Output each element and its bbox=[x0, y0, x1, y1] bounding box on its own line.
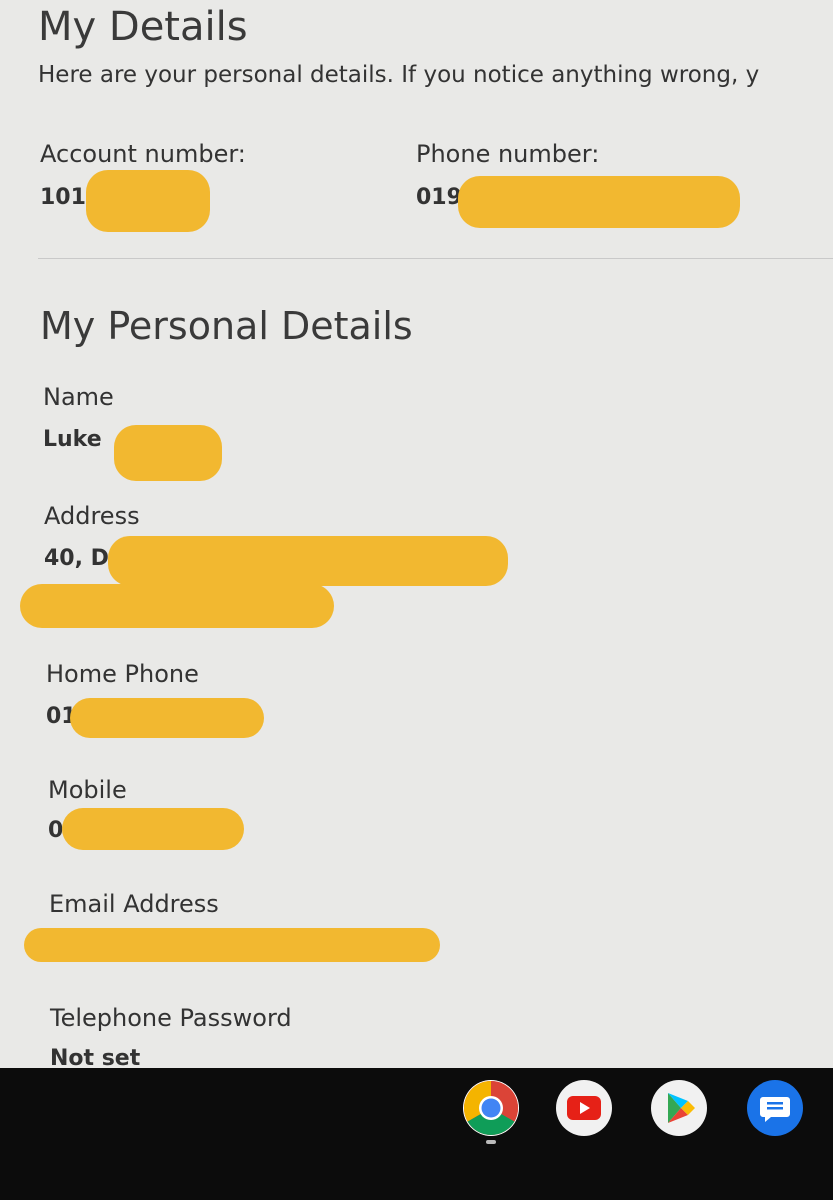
page-title: My Details bbox=[38, 4, 248, 50]
mobile-label: Mobile bbox=[48, 776, 127, 804]
name-value: Luke bbox=[43, 427, 102, 452]
account-number-label: Account number: bbox=[40, 140, 246, 168]
address-value: 40, D bbox=[44, 546, 109, 571]
running-indicator bbox=[486, 1140, 496, 1144]
redaction-mark bbox=[70, 698, 264, 738]
redaction-mark bbox=[20, 584, 334, 628]
mobile-value: 0 bbox=[48, 818, 64, 843]
name-label: Name bbox=[43, 383, 114, 411]
telephone-password-value: Not set bbox=[50, 1046, 141, 1068]
details-page: My Details Here are your personal detail… bbox=[0, 0, 833, 1068]
address-label: Address bbox=[44, 502, 140, 530]
phone-number-label: Phone number: bbox=[416, 140, 600, 168]
chrome-icon[interactable] bbox=[463, 1080, 519, 1136]
account-number-value: 101 bbox=[40, 185, 86, 210]
redaction-mark bbox=[108, 536, 508, 586]
section-divider bbox=[38, 258, 833, 259]
youtube-icon[interactable] bbox=[556, 1080, 612, 1136]
play-store-icon[interactable] bbox=[651, 1080, 707, 1136]
redaction-mark bbox=[62, 808, 244, 850]
phone-number-value: 019 bbox=[416, 185, 462, 210]
telephone-password-label: Telephone Password bbox=[50, 1004, 292, 1032]
redaction-mark bbox=[86, 170, 210, 232]
email-address-label: Email Address bbox=[49, 890, 219, 918]
redaction-mark bbox=[24, 928, 440, 962]
os-shelf bbox=[0, 1068, 833, 1200]
intro-text: Here are your personal details. If you n… bbox=[38, 62, 760, 88]
redaction-mark bbox=[458, 176, 740, 228]
redaction-mark bbox=[114, 425, 222, 481]
home-phone-label: Home Phone bbox=[46, 660, 199, 688]
messages-icon[interactable] bbox=[747, 1080, 803, 1136]
section-title: My Personal Details bbox=[40, 304, 413, 348]
